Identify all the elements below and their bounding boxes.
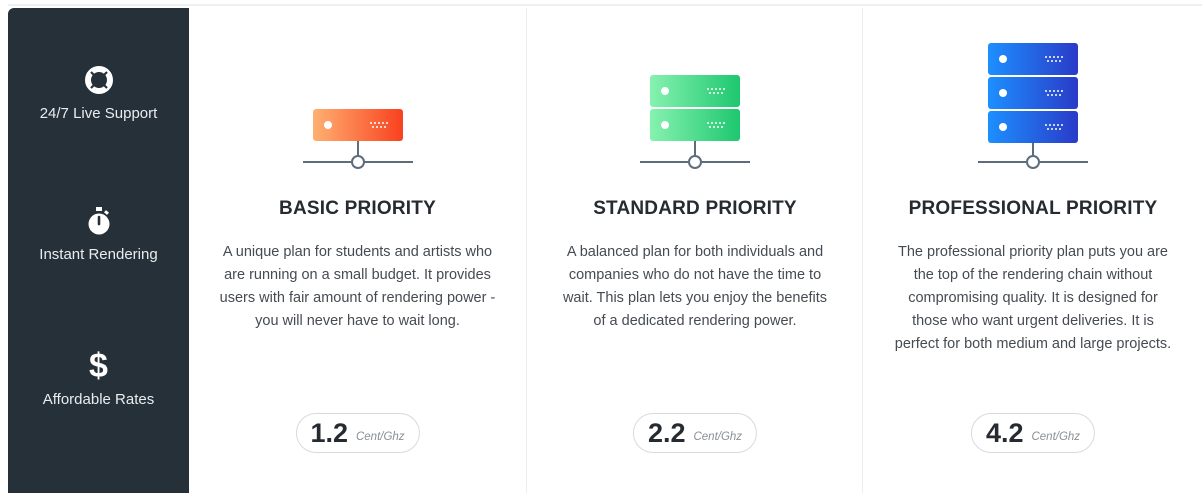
plan-description: The professional priority plan puts you …	[894, 244, 1172, 352]
plan-title: STANDARD PRIORITY	[593, 198, 797, 219]
price-value: 4.2	[985, 417, 1024, 448]
server-single-icon	[302, 109, 413, 169]
price-unit: Cent/Ghz	[1031, 431, 1081, 443]
features-sidebar: 24/7 Live Support Instant Rendering $ Af…	[8, 8, 189, 493]
plan-title: BASIC PRIORITY	[279, 198, 436, 219]
price-badge: 1.2 Cent/Ghz	[295, 413, 420, 453]
server-double-icon	[640, 75, 750, 169]
feature-live-support: 24/7 Live Support	[8, 65, 189, 122]
pricing-section: 24/7 Live Support Instant Rendering $ Af…	[0, 0, 1202, 493]
price-badge: 4.2 Cent/Ghz	[970, 413, 1096, 453]
lifebuoy-icon	[84, 66, 113, 94]
plan-title: PROFESSIONAL PRIORITY	[908, 198, 1158, 219]
price-value: 2.2	[647, 417, 686, 448]
dollar-icon: $	[89, 347, 108, 385]
plan-basic: BASIC PRIORITY A unique plan for student…	[189, 8, 526, 493]
stopwatch-icon	[88, 207, 109, 235]
feature-affordable-rates: $ Affordable Rates	[8, 347, 189, 408]
feature-label: 24/7 Live Support	[39, 105, 158, 122]
feature-label: Affordable Rates	[42, 391, 155, 408]
top-divider	[8, 4, 1202, 6]
feature-label: Instant Rendering	[39, 246, 158, 263]
price-value: 1.2	[310, 417, 348, 448]
price-unit: Cent/Ghz	[355, 431, 405, 443]
plan-professional: PROFESSIONAL PRIORITY The professional p…	[862, 8, 1202, 493]
plan-description: A balanced plan for both individuals and…	[562, 244, 828, 329]
server-triple-icon	[978, 43, 1088, 169]
plan-standard: STANDARD PRIORITY A balanced plan for bo…	[526, 8, 863, 493]
price-unit: Cent/Ghz	[693, 431, 743, 443]
feature-instant-rendering: Instant Rendering	[8, 206, 189, 263]
plan-description: A unique plan for students and artists w…	[219, 244, 496, 329]
price-badge: 2.2 Cent/Ghz	[632, 413, 758, 453]
